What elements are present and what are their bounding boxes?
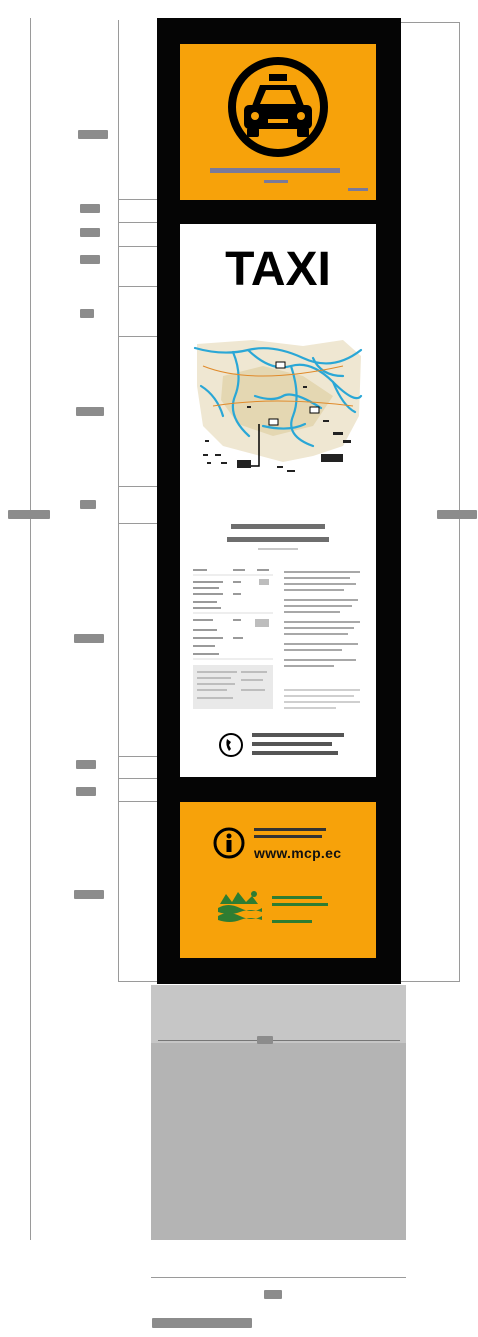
phone-text-line-2 (252, 742, 332, 746)
tick-line (118, 523, 158, 524)
regional-authority-logo (218, 891, 262, 922)
tick-line (118, 199, 158, 200)
dimension-label-header (78, 130, 108, 139)
dimension-label-footer (74, 890, 104, 899)
footer-authority-line-3 (272, 920, 312, 923)
right-height-dimension-label (437, 510, 477, 519)
tick-line (118, 336, 158, 337)
overall-height-dimension-line (30, 18, 31, 1240)
dimension-label-info (74, 634, 104, 643)
area-map (193, 336, 363, 481)
pole-base-upper (151, 985, 406, 1043)
info-icon (213, 827, 245, 859)
tick-line (118, 801, 158, 802)
tick-line (118, 246, 158, 247)
footer-info-line-1 (254, 828, 326, 831)
header-caption-line-2 (264, 180, 288, 183)
overall-width-dimension-line (151, 1277, 406, 1278)
taxi-car-icon (228, 57, 328, 157)
info-text-column (284, 571, 360, 709)
overall-height-dimension-label (8, 510, 50, 519)
pole-base-lower (151, 1043, 406, 1240)
tick-line (400, 981, 460, 982)
header-caption-line-3 (348, 188, 368, 191)
sign-title: TAXI (225, 243, 331, 296)
footer-authority-line-1 (272, 896, 322, 899)
header-panel (180, 44, 376, 200)
phone-icon (219, 733, 243, 757)
right-height-dimension-line (459, 22, 460, 982)
info-heading-line-3 (258, 548, 298, 550)
dimension-label-map (76, 407, 104, 416)
tick-line (118, 778, 158, 779)
footer-authority-line-2 (272, 903, 328, 906)
header-caption-line-1 (210, 168, 340, 173)
footer-panel (180, 802, 376, 958)
phone-text-line-1 (252, 733, 344, 737)
dimension-label-gap-3 (80, 309, 94, 318)
overall-width-dimension-label (264, 1290, 282, 1299)
website-url: www.mcp.ec (254, 845, 342, 861)
phone-text-line-3 (252, 751, 338, 755)
dimension-label-gap-5 (76, 760, 96, 769)
tick-line (118, 222, 158, 223)
info-heading-line-2 (227, 537, 329, 542)
tick-line (118, 981, 158, 982)
dimension-label-title (80, 255, 100, 264)
dimension-label-gap-1 (80, 204, 100, 213)
base-width-dimension-label (257, 1036, 273, 1044)
base-width-dimension-line (158, 1040, 400, 1041)
drawing-caption (152, 1318, 252, 1328)
dimension-label-gap-4 (80, 500, 96, 509)
footer-info-line-2 (254, 835, 322, 838)
tick-line (400, 22, 460, 23)
dimension-label-gap-6 (76, 787, 96, 796)
fare-table (193, 569, 273, 709)
info-heading-line-1 (231, 524, 325, 529)
dimension-label-gap-2 (80, 228, 100, 237)
pole-height-dimension-line (118, 20, 119, 982)
tick-line (118, 486, 158, 487)
tick-line (118, 756, 158, 757)
